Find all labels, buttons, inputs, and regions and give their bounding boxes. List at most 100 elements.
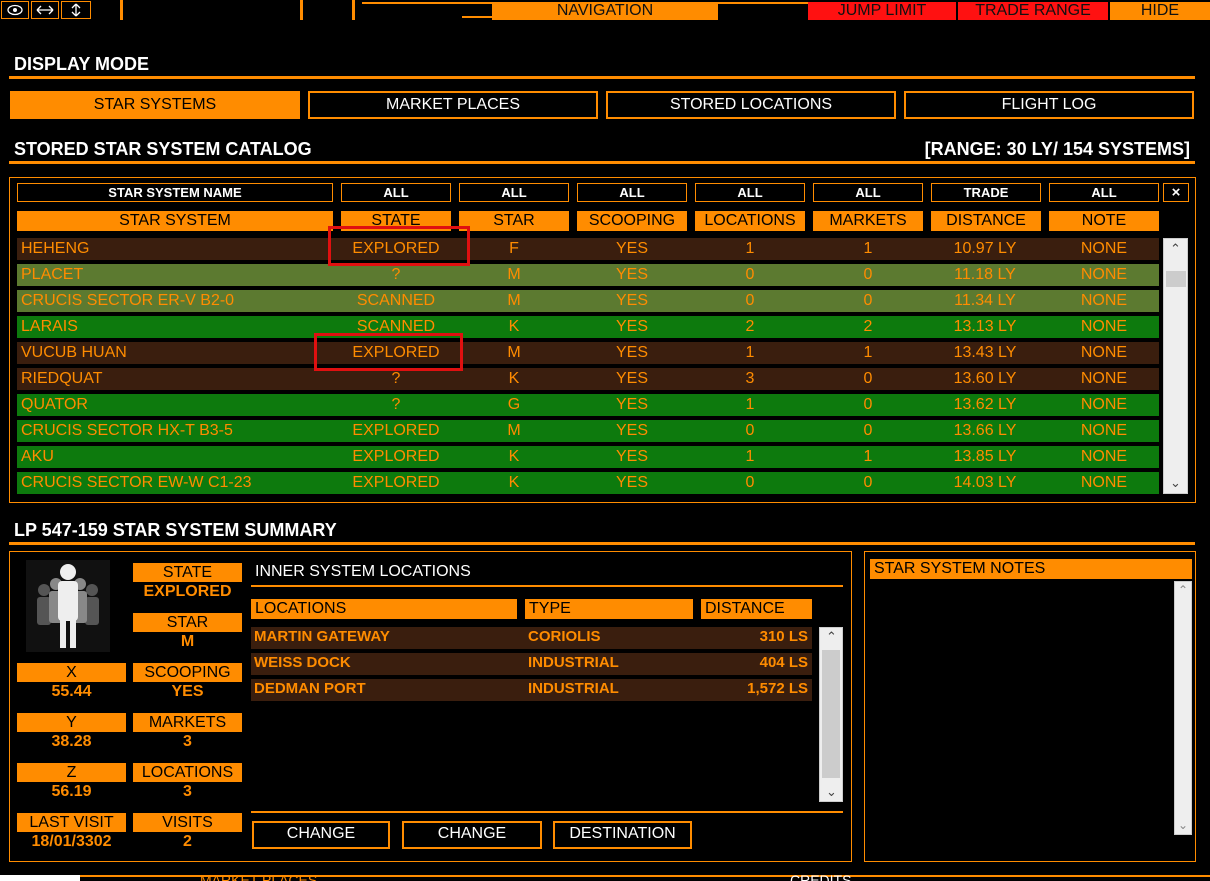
stored-locations-mode-button[interactable]: STORED LOCATIONS	[606, 91, 896, 119]
cell-name: QUATOR	[21, 396, 88, 413]
market-places-mode-button[interactable]: MARKET PLACES	[308, 91, 598, 119]
cell-scooping: YES	[615, 292, 648, 309]
catalog-title: STORED STAR SYSTEM CATALOG	[14, 139, 312, 159]
visits-label: VISITS	[133, 813, 242, 832]
star-label: STAR	[133, 613, 242, 632]
bottom-tab[interactable]	[0, 875, 80, 881]
hide-button[interactable]: HIDE	[1110, 2, 1210, 20]
table-row[interactable]: VUCUB HUAN EXPLORED M YES 1 1 13.43 LY NONE	[17, 342, 1159, 364]
chevron-up-icon[interactable]: ⌃	[1178, 583, 1188, 597]
markets-filter[interactable]: ALL	[813, 183, 923, 202]
bottom-tab-market-places[interactable]: MARKET PLACES	[200, 873, 317, 881]
location-row[interactable]: DEDMAN PORT INDUSTRIAL 1,572 LS	[251, 679, 812, 701]
star-systems-mode-button[interactable]: STAR SYSTEMS	[10, 91, 300, 119]
trade-range-button[interactable]: TRADE RANGE	[958, 2, 1108, 20]
horizontal-resize-button[interactable]	[31, 1, 59, 19]
divider	[251, 811, 843, 813]
cell-note: NONE	[1080, 370, 1128, 387]
table-row[interactable]: RIEDQUAT? K YES 3 0 13.60 LY NONE	[17, 368, 1159, 390]
z-value: 56.19	[51, 783, 92, 800]
notes-scrollbar[interactable]: ⌃ ⌄	[1174, 581, 1192, 835]
table-row[interactable]: LARAIS SCANNED K YES 2 2 13.13 LY NONE	[17, 316, 1159, 338]
loc-column-header-type[interactable]: TYPE	[525, 599, 693, 619]
navigation-tab[interactable]: NAVIGATION	[492, 2, 718, 20]
scrollbar-thumb[interactable]	[822, 650, 840, 778]
chevron-down-icon[interactable]: ⌄	[826, 784, 837, 800]
column-header-note[interactable]: NOTE	[1049, 211, 1159, 231]
cell-star: K	[508, 318, 520, 335]
scooping-filter[interactable]: ALL	[577, 183, 687, 202]
scooping-value: YES	[171, 683, 204, 700]
chevron-up-icon[interactable]: ⌃	[826, 629, 837, 645]
cell-markets: 0	[863, 370, 873, 387]
avatar	[26, 560, 110, 652]
scrollbar-thumb[interactable]	[1166, 271, 1186, 287]
vertical-resize-button[interactable]	[61, 1, 91, 19]
star-value: M	[180, 633, 195, 650]
column-header-star-system[interactable]: STAR SYSTEM	[17, 211, 333, 231]
cell-star: K	[508, 448, 520, 465]
table-row[interactable]: PLACET? M YES 0 0 11.18 LY NONE	[17, 264, 1159, 286]
table-row[interactable]: QUATOR? G YES 1 0 13.62 LY NONE	[17, 394, 1159, 416]
cell-scooping: YES	[615, 318, 648, 335]
y-label: Y	[17, 713, 126, 732]
note-filter[interactable]: ALL	[1049, 183, 1159, 202]
highlight-box	[314, 333, 463, 371]
inner-locations-title: INNER SYSTEM LOCATIONS	[255, 563, 471, 580]
markets-value: 3	[183, 733, 192, 750]
close-icon[interactable]: ×	[1163, 183, 1189, 202]
change-button[interactable]: CHANGE	[402, 821, 542, 849]
cell-note: NONE	[1080, 396, 1128, 413]
cell-note: NONE	[1080, 318, 1128, 335]
jump-limit-button[interactable]: JUMP LIMIT	[808, 2, 956, 20]
locations-filter[interactable]: ALL	[695, 183, 805, 202]
loc-column-header-distance[interactable]: DISTANCE	[701, 599, 812, 619]
table-row[interactable]: CRUCIS SECTOR ER-V B2-0 SCANNED M YES 0 0 11.3…	[17, 290, 1159, 312]
cell-markets: 1	[863, 240, 873, 257]
cell-star: M	[507, 292, 521, 309]
cell-note: NONE	[1080, 292, 1128, 309]
cell-distance: 14.03 LY	[953, 474, 1017, 491]
destination-button[interactable]: DESTINATION	[553, 821, 692, 849]
chevron-up-icon[interactable]: ⌃	[1170, 241, 1181, 257]
table-row[interactable]: AKU EXPLORED K YES 1 1 13.85 LY NONE	[17, 446, 1159, 468]
cell-locations: 2	[745, 318, 755, 335]
scooping-label: SCOOPING	[133, 663, 242, 682]
column-header-scooping[interactable]: SCOOPING	[577, 211, 687, 231]
location-row[interactable]: MARTIN GATEWAY CORIOLIS 310 LS	[251, 627, 812, 649]
bottom-tab-credits[interactable]: CREDITS	[790, 873, 851, 881]
cell-scooping: YES	[615, 396, 648, 413]
eye-icon-button[interactable]	[1, 1, 29, 19]
catalog-scrollbar[interactable]: ⌃ ⌄	[1163, 238, 1188, 494]
column-header-markets[interactable]: MARKETS	[813, 211, 923, 231]
chevron-down-icon[interactable]: ⌄	[1178, 818, 1188, 832]
table-row[interactable]: CRUCIS SECTOR EW-W C1-23 EXPLORED K YES 0 0 14…	[17, 472, 1159, 494]
star-filter[interactable]: ALL	[459, 183, 569, 202]
table-row[interactable]: CRUCIS SECTOR HX-T B3-5 EXPLORED M YES 0 0 13.…	[17, 420, 1159, 442]
change-button[interactable]: CHANGE	[252, 821, 390, 849]
table-row[interactable]: HEHENG EXPLORED F YES 1 1 10.97 LY NONE	[17, 238, 1159, 260]
cell-name: CRUCIS SECTOR EW-W C1-23	[21, 474, 252, 491]
state-filter[interactable]: ALL	[341, 183, 451, 202]
flight-log-mode-button[interactable]: FLIGHT LOG	[904, 91, 1194, 119]
cell-scooping: YES	[615, 266, 648, 283]
last-visit-value: 18/01/3302	[31, 833, 112, 850]
locations-scrollbar[interactable]: ⌃ ⌄	[819, 627, 843, 802]
column-header-distance[interactable]: DISTANCE	[931, 211, 1041, 231]
star-system-name-filter[interactable]: STAR SYSTEM NAME	[17, 183, 333, 202]
distance-filter[interactable]: TRADE	[931, 183, 1041, 202]
chevron-down-icon[interactable]: ⌄	[1170, 475, 1181, 491]
divider	[9, 161, 1195, 164]
column-header-locations[interactable]: LOCATIONS	[695, 211, 805, 231]
x-value: 55.44	[51, 683, 92, 700]
divider	[462, 16, 492, 18]
loc-column-header-locations[interactable]: LOCATIONS	[251, 599, 517, 619]
cell-name: VUCUB HUAN	[21, 344, 127, 361]
cell-star: K	[508, 370, 520, 387]
cell-state: ?	[391, 266, 401, 283]
cell-distance: 10.97 LY	[953, 240, 1017, 257]
column-header-star[interactable]: STAR	[459, 211, 569, 231]
location-row[interactable]: WEISS DOCK INDUSTRIAL 404 LS	[251, 653, 812, 675]
cell-name: CRUCIS SECTOR HX-T B3-5	[21, 422, 233, 439]
cell-distance: 13.62 LY	[953, 396, 1017, 413]
